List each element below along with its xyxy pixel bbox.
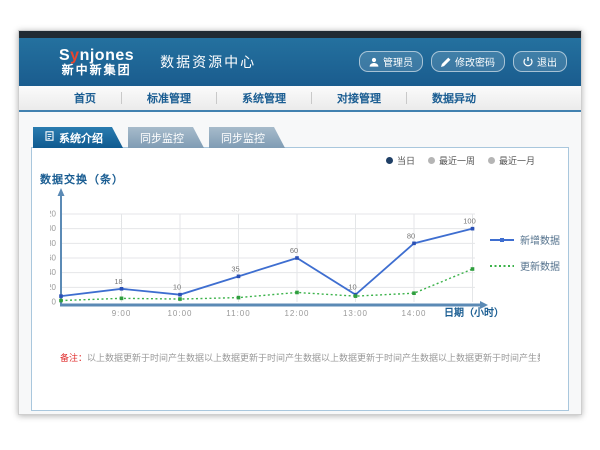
app-header: Synjones 新中新集团 数据资源中心 管理员 修改密码 退出 <box>19 38 581 86</box>
range-option-today[interactable]: 当日 <box>386 154 415 167</box>
svg-text:11:00: 11:00 <box>226 309 250 318</box>
range-option-last-week[interactable]: 最近一周 <box>428 154 475 167</box>
line-chart: 0 20 40 60 80 100 120 9:00 10:00 11:00 12:00 13:00 1… <box>50 184 520 324</box>
logo-company-name: 新中新集团 <box>62 64 132 77</box>
svg-text:20: 20 <box>50 283 57 292</box>
edit-icon <box>441 57 451 67</box>
radio-icon <box>488 157 495 164</box>
tab-bar: 系统介绍 同步监控 同步监控 <box>33 127 569 148</box>
svg-text:60: 60 <box>50 254 57 263</box>
svg-text:40: 40 <box>50 268 57 277</box>
document-icon <box>45 131 54 144</box>
svg-text:120: 120 <box>50 210 57 219</box>
main-nav: 首页 标准管理 系统管理 对接管理 数据异动 <box>19 86 581 112</box>
user-icon <box>369 57 379 67</box>
logout-button[interactable]: 退出 <box>513 51 567 72</box>
header-actions: 管理员 修改密码 退出 <box>359 51 567 72</box>
logo-wordmark: Synjones <box>59 47 134 65</box>
radio-icon <box>386 157 393 164</box>
svg-text:35: 35 <box>231 264 239 273</box>
svg-text:18: 18 <box>114 277 122 286</box>
legend-item-new-data[interactable]: 新增数据 <box>490 232 560 247</box>
company-logo: Synjones 新中新集团 <box>59 47 134 78</box>
svg-text:10:00: 10:00 <box>167 309 192 318</box>
window-top-strip <box>19 31 581 38</box>
nav-item-standard-mgmt[interactable]: 标准管理 <box>122 90 216 106</box>
nav-item-data-change[interactable]: 数据异动 <box>407 90 501 106</box>
svg-text:0: 0 <box>52 298 57 307</box>
content-area: 系统介绍 同步监控 同步监控 当日 最近一周 <box>19 112 581 414</box>
tab-system-intro[interactable]: 系统介绍 <box>33 127 123 148</box>
radio-icon <box>428 157 435 164</box>
chart-container: 0 20 40 60 80 100 120 9:00 10:00 11:00 12:00 13:00 1… <box>50 184 520 329</box>
svg-text:100: 100 <box>50 224 57 233</box>
svg-text:9:00: 9:00 <box>112 309 132 318</box>
footnote: 备注：以上数据更新于时间产生数据以上数据更新于时间产生数据以上数据更新于时间产生… <box>60 351 540 364</box>
footnote-label: 备注： <box>60 353 87 363</box>
svg-text:100: 100 <box>463 217 476 226</box>
admin-user-button[interactable]: 管理员 <box>359 51 423 72</box>
svg-text:13:00: 13:00 <box>343 309 368 318</box>
page-title: 数据资源中心 <box>160 52 256 72</box>
range-option-last-month[interactable]: 最近一月 <box>488 154 535 167</box>
svg-text:60: 60 <box>290 246 298 255</box>
svg-text:80: 80 <box>407 231 415 240</box>
legend-item-updated-data[interactable]: 更新数据 <box>490 258 560 273</box>
app-window: Synjones 新中新集团 数据资源中心 管理员 修改密码 退出 <box>18 30 582 415</box>
nav-item-system-mgmt[interactable]: 系统管理 <box>217 90 311 106</box>
time-range-selector: 当日 最近一周 最近一月 <box>386 154 535 167</box>
svg-text:80: 80 <box>50 239 57 248</box>
change-password-button[interactable]: 修改密码 <box>431 51 505 72</box>
svg-text:10: 10 <box>348 283 356 292</box>
green-dotted-swatch <box>490 265 514 267</box>
tab-sync-monitor-2[interactable]: 同步监控 <box>209 127 285 148</box>
svg-text:10: 10 <box>173 283 181 292</box>
svg-text:日期（小时）: 日期（小时） <box>444 306 504 319</box>
svg-text:14:00: 14:00 <box>401 309 426 318</box>
blue-line-swatch <box>490 239 514 241</box>
nav-item-home[interactable]: 首页 <box>49 90 121 106</box>
power-icon <box>523 57 533 67</box>
tab-sync-monitor-1[interactable]: 同步监控 <box>128 127 204 148</box>
nav-item-interface-mgmt[interactable]: 对接管理 <box>312 90 406 106</box>
svg-text:12:00: 12:00 <box>284 309 309 318</box>
footnote-text: 以上数据更新于时间产生数据以上数据更新于时间产生数据以上数据更新于时间产生数据以… <box>87 353 540 363</box>
chart-panel: 当日 最近一周 最近一月 数据交换（条） 0204060801001209:00… <box>31 147 569 411</box>
chart-legend: 新增数据 更新数据 <box>490 232 560 273</box>
